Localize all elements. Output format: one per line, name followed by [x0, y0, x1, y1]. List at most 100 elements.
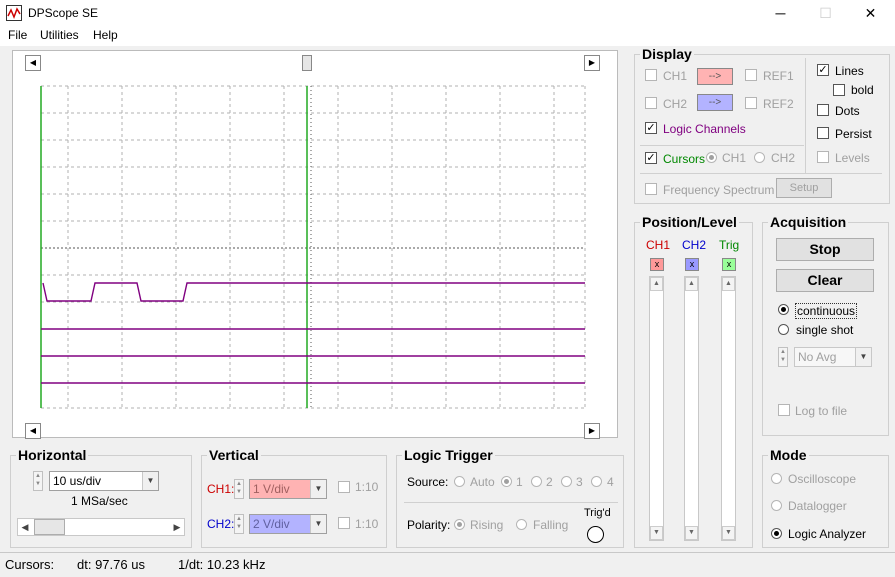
levels-label: Levels [835, 151, 870, 165]
logic-channels-checkbox[interactable]: ✓ [645, 122, 657, 134]
ch2-slider-up[interactable]: ▲ [685, 277, 698, 291]
scroll-left-button[interactable]: ◀ [25, 55, 41, 71]
spectrum-label: Frequency Spectrum [663, 183, 775, 197]
setup-button[interactable]: Setup [776, 178, 832, 198]
polarity-falling-radio[interactable] [516, 519, 527, 530]
log-to-file-checkbox[interactable] [778, 404, 790, 416]
ch2-level-button[interactable]: x [685, 258, 699, 271]
trigger-polarity-label: Polarity: [407, 518, 451, 532]
cursor-ch1-label: CH1 [722, 151, 747, 165]
scroll-left-button-bottom[interactable]: ◀ [25, 423, 41, 439]
ch1-volts-select[interactable]: 1 V/div ▼ [249, 479, 327, 499]
ch2-checkbox[interactable] [645, 97, 657, 109]
ch2-ref-button[interactable]: --> [697, 94, 733, 111]
source-auto-radio[interactable] [454, 476, 465, 487]
logic-trigger-title: Logic Trigger [402, 447, 495, 463]
status-dt: dt: 97.76 us [77, 557, 145, 572]
display-divider [805, 58, 806, 174]
ch1-volts-spinner[interactable]: ▲ ▼ [234, 479, 244, 499]
levels-checkbox[interactable] [817, 151, 829, 163]
status-cursors-label: Cursors: [5, 557, 55, 572]
source-4-label: 4 [607, 475, 614, 489]
avg-spinner[interactable]: ▲ ▼ [778, 347, 788, 367]
maximize-icon[interactable]: ☐ [803, 0, 848, 26]
cursors-checkbox[interactable]: ✓ [645, 152, 657, 164]
ch1-position-slider[interactable] [649, 276, 664, 541]
ch1-label: CH1 [663, 69, 688, 83]
averaging-value: No Avg [798, 350, 837, 364]
triggered-label: Trig'd [584, 507, 611, 519]
ch1-slider-down[interactable]: ▼ [650, 526, 663, 540]
polarity-rising-radio[interactable] [454, 519, 465, 530]
spectrum-checkbox[interactable] [645, 183, 657, 195]
horizontal-position-thumb[interactable] [302, 55, 312, 71]
close-icon[interactable]: ✕ [848, 0, 893, 26]
timebase-spinner[interactable]: ▲ ▼ [33, 471, 43, 491]
triggered-indicator [587, 526, 604, 543]
display-divider-h [640, 145, 804, 146]
timebase-value: 10 us/div [53, 474, 102, 488]
trig-level-slider[interactable] [721, 276, 736, 541]
ch2-volts-spinner[interactable]: ▲ ▼ [234, 514, 244, 534]
ch2-position-slider[interactable] [684, 276, 699, 541]
lines-checkbox[interactable]: ✓ [817, 64, 829, 76]
ch2-volts-select[interactable]: 2 V/div ▼ [249, 514, 327, 534]
vertical-ch1-label: CH1: [207, 482, 235, 496]
source-2-label: 2 [546, 475, 553, 489]
ref1-checkbox[interactable] [745, 69, 757, 81]
cursor-ch2-label: CH2 [771, 151, 796, 165]
ch2-slider-down[interactable]: ▼ [685, 526, 698, 540]
horizontal-scroll-thumb[interactable] [34, 519, 65, 535]
dots-checkbox[interactable] [817, 104, 829, 116]
chevron-down-icon: ▼ [142, 472, 158, 490]
trig-slider-up[interactable]: ▲ [722, 277, 735, 291]
ch2-probe-label: 1:10 [355, 517, 379, 531]
source-3-radio[interactable] [561, 476, 572, 487]
continuous-label: continuous [795, 303, 858, 319]
persist-checkbox[interactable] [817, 127, 829, 139]
scroll-right-button[interactable]: ▶ [584, 55, 600, 71]
scroll-left-icon[interactable]: ◀ [18, 519, 32, 535]
logic-analyzer-radio[interactable] [771, 528, 782, 539]
datalogger-radio[interactable] [771, 500, 782, 511]
source-3-label: 3 [576, 475, 583, 489]
vertical-ch2-label: CH2: [207, 517, 235, 531]
ch1-slider-up[interactable]: ▲ [650, 277, 663, 291]
menu-file[interactable]: File [8, 28, 27, 42]
ch2-probe-checkbox[interactable] [338, 517, 350, 529]
status-inverse-dt: 1/dt: 10.23 kHz [178, 557, 266, 572]
ch1-ref-button[interactable]: --> [697, 68, 733, 85]
single-shot-radio[interactable] [778, 324, 789, 335]
trig-level-button[interactable]: x [722, 258, 736, 271]
timebase-select[interactable]: 10 us/div ▼ [49, 471, 159, 491]
averaging-select[interactable]: No Avg ▼ [794, 347, 872, 367]
vertical-title: Vertical [207, 447, 261, 463]
cursor-ch2-radio[interactable] [754, 152, 765, 163]
minimize-icon[interactable]: ─ [758, 0, 803, 26]
window-title: DPScope SE [28, 6, 99, 20]
vertical-group [201, 455, 387, 548]
ref2-checkbox[interactable] [745, 97, 757, 109]
trig-slider-down[interactable]: ▼ [722, 526, 735, 540]
bold-checkbox[interactable] [833, 84, 845, 96]
waveform-display [40, 85, 586, 409]
cursor-ch1-radio[interactable] [706, 152, 717, 163]
source-auto-label: Auto [470, 475, 495, 489]
stop-button[interactable]: Stop [776, 238, 874, 261]
source-1-radio[interactable] [501, 476, 512, 487]
ch1-level-button[interactable]: x [650, 258, 664, 271]
menu-utilities[interactable]: Utilities [40, 28, 79, 42]
scroll-right-button-bottom[interactable]: ▶ [584, 423, 600, 439]
oscilloscope-radio[interactable] [771, 473, 782, 484]
dots-label: Dots [835, 104, 860, 118]
clear-button[interactable]: Clear [776, 269, 874, 292]
position-level-title: Position/Level [640, 214, 739, 230]
ch1-probe-checkbox[interactable] [338, 481, 350, 493]
ch1-checkbox[interactable] [645, 69, 657, 81]
continuous-radio[interactable] [778, 304, 789, 315]
source-2-radio[interactable] [531, 476, 542, 487]
ref2-label: REF2 [763, 97, 794, 111]
menu-help[interactable]: Help [93, 28, 118, 42]
scroll-right-icon[interactable]: ▶ [170, 519, 184, 535]
source-4-radio[interactable] [591, 476, 602, 487]
